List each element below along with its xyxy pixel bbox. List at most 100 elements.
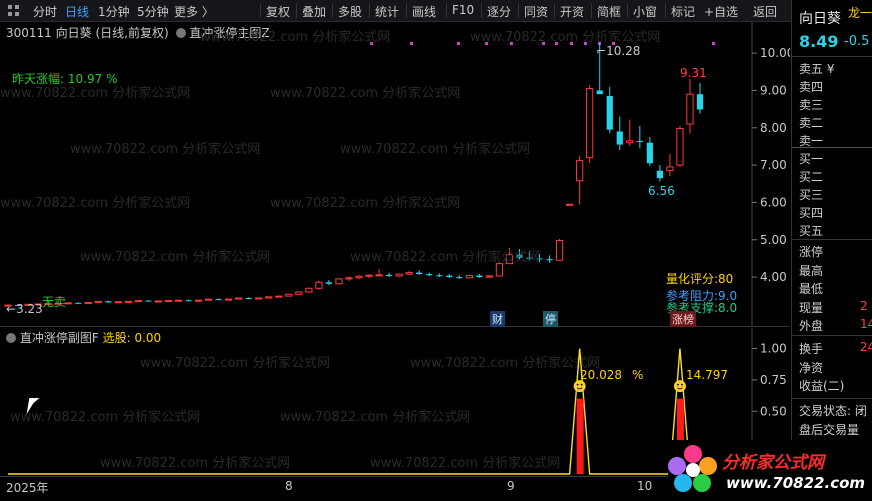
event-halt-badge[interactable]: 停 — [543, 311, 558, 327]
toolbar-separator — [296, 3, 297, 18]
candle-body — [154, 300, 163, 303]
candle-body — [365, 274, 373, 277]
toolbar-separator — [260, 3, 261, 18]
toolbar-tool-button[interactable]: 同资 — [524, 3, 548, 20]
sub-tick-label: 0.50 — [760, 404, 787, 418]
toolbar-tool-button[interactable]: 小窗 — [633, 3, 657, 20]
support-value: 8.0 — [718, 301, 738, 315]
candle-body — [586, 88, 594, 159]
x-label-oct: 10 — [637, 479, 653, 493]
quote-change: -0.5 — [844, 34, 870, 49]
toolbar-tool-button[interactable]: 简框 — [597, 3, 621, 20]
quote-divider — [792, 335, 872, 336]
candle-body — [345, 277, 353, 280]
toolbar-tool-button[interactable]: 逐分 — [487, 3, 511, 20]
candle-body — [325, 282, 333, 284]
toolbar-tool-button[interactable]: F10 — [452, 3, 474, 17]
candle-body — [84, 301, 92, 304]
quote-stock-name: 向日葵 — [799, 11, 841, 27]
stock-name: 向日葵 — [55, 26, 92, 40]
quote-stat-row: 涨停 — [799, 245, 824, 259]
toolbar-tool-button[interactable]: 开资 — [560, 3, 584, 20]
grid-menu-icon[interactable] — [8, 5, 19, 16]
watermark: www.70822.com 分析家公式网 — [80, 250, 271, 265]
signal-dot — [457, 42, 460, 45]
candle-body — [485, 275, 494, 278]
peak-label: 9.31 — [680, 66, 707, 80]
candle-body — [285, 293, 293, 297]
logo-url: www.70822.com — [726, 474, 866, 492]
candle-body — [185, 300, 192, 302]
candle-body — [446, 275, 453, 278]
buy-level-row: 买二 — [799, 170, 824, 184]
stock-code: 300111 — [6, 26, 52, 40]
candle-body — [255, 297, 263, 300]
score-label: 量化评分: — [666, 272, 719, 286]
quote-panel: 向日葵 龙一 8.49 -0.5 卖五 ¥ 卖四 卖三 卖二 卖一 买一 买二 买三 买四 买五… — [791, 0, 872, 500]
candle-body — [636, 140, 643, 142]
sub-formula-name[interactable]: 直冲涨停副图F — [20, 331, 99, 345]
quote-tag: 龙一 — [848, 6, 872, 20]
sell-level-row: 卖二 — [799, 116, 824, 130]
add-watchlist-button[interactable]: +自选 — [704, 3, 738, 20]
candle-body — [295, 291, 303, 295]
sub-settings-icon[interactable] — [6, 333, 16, 343]
sell-level-row: 卖三 — [799, 98, 824, 112]
stock-mode: (日线,前复权) — [95, 26, 169, 40]
back-button[interactable]: 返回 — [753, 3, 777, 20]
candle-body — [145, 300, 152, 302]
candle-body — [666, 166, 674, 172]
high-label: ⌐10.28 — [596, 44, 641, 58]
formula-settings-icon[interactable] — [175, 28, 186, 38]
period-tab[interactable]: 日线 — [65, 3, 89, 20]
smiley-eye-icon — [681, 383, 683, 386]
candle-body — [395, 273, 403, 277]
buy-level-row: 买四 — [799, 206, 824, 220]
quote-stat-row-value: 2 — [860, 298, 868, 313]
candle-body — [174, 299, 183, 302]
candle-body — [676, 128, 684, 166]
dip-label: 6.56 — [648, 184, 675, 198]
candle-body — [215, 299, 222, 301]
event-list-badge[interactable]: 涨榜 — [670, 311, 696, 327]
toolbar-tool-button[interactable]: 复权 — [266, 3, 290, 20]
signal-unit: % — [632, 368, 644, 382]
price-tick-label: 4.00 — [760, 270, 787, 284]
toolbar-separator — [665, 3, 666, 18]
candle-body — [315, 281, 323, 289]
event-finance-badge[interactable]: 财 — [490, 311, 505, 327]
toolbar-separator — [446, 3, 447, 18]
toolbar-tool-button[interactable]: 画线 — [412, 3, 436, 20]
toolbar-tool-button[interactable]: 统计 — [375, 3, 399, 20]
smiley-eye-icon — [580, 383, 583, 386]
period-tab[interactable]: 分时 — [33, 3, 57, 20]
watermark: www.70822.com 分析家公式网 — [270, 196, 461, 211]
signal-dot — [712, 42, 715, 45]
after-hours-volume: 盘后交易量 — [799, 423, 860, 437]
candle-body — [696, 94, 704, 110]
toolbar-separator — [554, 3, 555, 18]
toolbar-separator — [406, 3, 407, 18]
sell-level-row: 卖五 ¥ — [799, 62, 835, 76]
toolbar-tool-button[interactable]: 叠加 — [302, 3, 326, 20]
period-tab[interactable]: 5分钟 — [137, 3, 169, 20]
candle-body — [265, 296, 273, 299]
candle-body — [405, 272, 413, 275]
candle-body — [626, 140, 634, 144]
toolbar-tool-button[interactable]: 多股 — [338, 3, 362, 20]
period-tab[interactable]: 更多 〉 — [174, 3, 214, 20]
watermark: www.70822.com 分析家公式网 — [70, 142, 261, 157]
toolbar-tool-button[interactable]: 标记 — [671, 3, 695, 20]
toolbar: 分时 日线 1分钟 5分钟 更多 〉 复权 叠加 多股 统计 画线 F10 逐分 同资 开资 简框 小窗 标记 +… — [0, 0, 872, 22]
period-tab[interactable]: 1分钟 — [98, 3, 130, 20]
candle-body — [375, 274, 383, 277]
quote-stat-row: 最高 — [799, 263, 824, 278]
candle-body — [305, 287, 313, 293]
candle-body — [94, 300, 102, 303]
buy-level-row: 买三 — [799, 188, 824, 202]
signal-dot — [410, 42, 413, 45]
x-label-year: 2025年 — [6, 481, 49, 495]
price-tick-label: 7.00 — [760, 158, 787, 172]
candle-body — [555, 239, 564, 261]
price-tick-label: 5.00 — [760, 233, 787, 247]
